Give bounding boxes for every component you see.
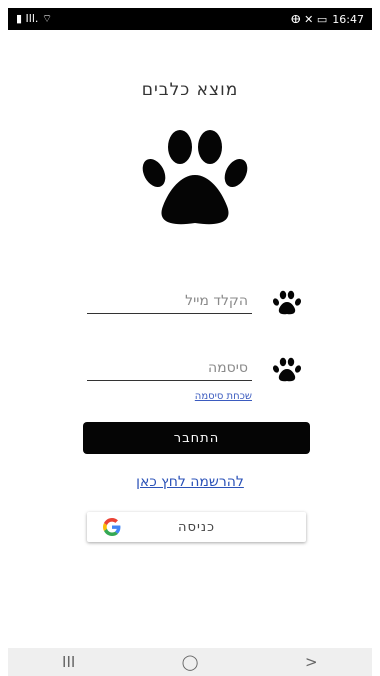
forgot-password-link[interactable]: שכחת סיסמה (170, 391, 252, 402)
email-field[interactable] (87, 289, 252, 314)
password-field[interactable] (87, 356, 252, 381)
register-link[interactable]: להרשמה לחץ כאן (0, 474, 380, 490)
email-input[interactable] (87, 289, 252, 313)
status-right-icons: ⴲ ✕ ▭ 16:47 (291, 13, 364, 26)
clock: 16:47 (332, 12, 364, 26)
paw-icon (272, 290, 302, 315)
paw-icon (142, 130, 248, 225)
home-icon[interactable]: ◯ (160, 653, 220, 671)
google-icon (103, 518, 121, 536)
recents-icon[interactable]: III (39, 653, 99, 671)
login-button[interactable]: התחבר (83, 422, 310, 454)
status-bar: ▮ Ill. ⌔ ⴲ ✕ ▭ 16:47 (8, 8, 372, 30)
google-sign-in-button[interactable]: כניסה (87, 512, 306, 542)
signal-wifi-icons: ▮ Ill. ⌔ (16, 12, 53, 25)
paw-icon (272, 357, 302, 382)
app-title: מוצא כלבים (141, 80, 239, 100)
system-nav-bar: III ◯ > (8, 648, 372, 676)
status-left-icons: ▮ Ill. ⌔ (16, 12, 52, 26)
back-icon[interactable]: > (281, 653, 341, 671)
password-input[interactable] (87, 356, 252, 380)
notification-icons: ⴲ ✕ ▭ (290, 12, 328, 26)
